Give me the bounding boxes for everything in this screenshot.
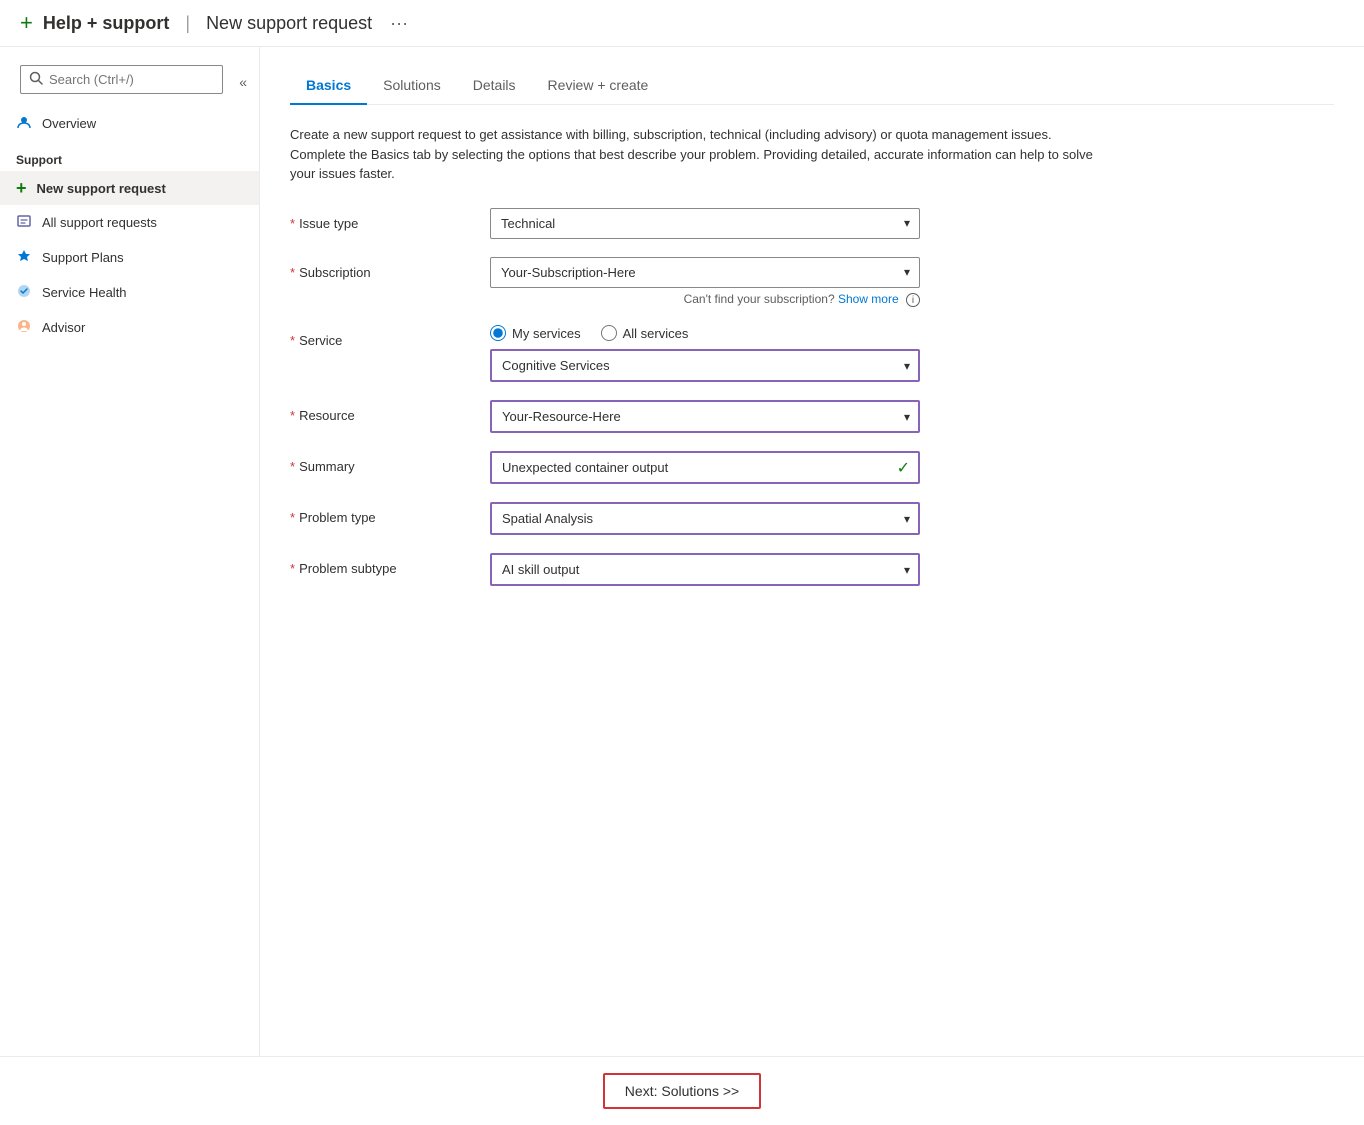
- problem-type-label: *Problem type: [290, 502, 490, 525]
- subscription-row: *Subscription Your-Subscription-Here ▾ C…: [290, 257, 1190, 308]
- sidebar-item-advisor[interactable]: Advisor: [0, 310, 259, 345]
- tab-bar: Basics Solutions Details Review + create: [290, 67, 1334, 105]
- issue-type-label: *Issue type: [290, 208, 490, 231]
- summary-input-wrapper: ✓: [490, 451, 920, 484]
- problem-subtype-select[interactable]: AI skill output: [490, 553, 920, 586]
- my-services-option[interactable]: My services: [490, 325, 581, 341]
- all-services-label: All services: [623, 326, 689, 341]
- required-indicator: *: [290, 561, 295, 576]
- cant-find-subscription: Can't find your subscription? Show more …: [490, 292, 920, 308]
- summary-control: ✓: [490, 451, 920, 484]
- header-divider: |: [185, 13, 190, 34]
- plus-icon: +: [20, 12, 33, 34]
- next-solutions-button[interactable]: Next: Solutions >>: [603, 1073, 761, 1109]
- checkmark-icon: ✓: [897, 458, 910, 478]
- problem-type-control: Spatial Analysis ▾: [490, 502, 920, 535]
- subscription-select[interactable]: Your-Subscription-Here: [490, 257, 920, 288]
- form-description: Create a new support request to get assi…: [290, 125, 1110, 184]
- problem-type-row: *Problem type Spatial Analysis ▾: [290, 502, 1190, 535]
- sidebar-item-all-support-requests[interactable]: All support requests: [0, 205, 259, 240]
- problem-subtype-row: *Problem subtype AI skill output ▾: [290, 553, 1190, 586]
- service-radio-group: My services All services: [490, 325, 920, 341]
- sidebar-item-label: Overview: [42, 116, 96, 131]
- all-requests-icon: [16, 213, 32, 232]
- problem-subtype-select-wrapper: AI skill output ▾: [490, 553, 920, 586]
- sidebar-item-label: All support requests: [42, 215, 157, 230]
- required-indicator: *: [290, 459, 295, 474]
- service-select[interactable]: Cognitive Services Other: [490, 349, 920, 382]
- issue-type-row: *Issue type Technical Billing Subscripti…: [290, 208, 1190, 239]
- summary-input[interactable]: [490, 451, 920, 484]
- problem-type-select-wrapper: Spatial Analysis ▾: [490, 502, 920, 535]
- advisor-icon: [16, 318, 32, 337]
- service-label: *Service: [290, 325, 490, 348]
- resource-label: *Resource: [290, 400, 490, 423]
- subscription-select-wrapper: Your-Subscription-Here ▾: [490, 257, 920, 288]
- service-select-wrapper: Cognitive Services Other ▾: [490, 349, 920, 382]
- issue-type-control: Technical Billing Subscription Quota ▾: [490, 208, 920, 239]
- page-header: + Help + support | New support request ·…: [0, 0, 1364, 47]
- all-services-radio[interactable]: [601, 325, 617, 341]
- main-content: Basics Solutions Details Review + create…: [260, 47, 1364, 1056]
- sidebar-item-new-support-request[interactable]: + New support request: [0, 171, 259, 205]
- support-request-form: *Issue type Technical Billing Subscripti…: [290, 208, 1334, 587]
- sidebar-section-support: Support: [0, 141, 259, 171]
- required-indicator: *: [290, 408, 295, 423]
- subscription-control: Your-Subscription-Here ▾ Can't find your…: [490, 257, 920, 308]
- sidebar-item-support-plans[interactable]: Support Plans: [0, 240, 259, 275]
- service-row: *Service My services All services: [290, 325, 1190, 382]
- service-control: My services All services Cognitive Servi…: [490, 325, 920, 382]
- sidebar-item-overview[interactable]: Overview: [0, 106, 259, 141]
- search-input[interactable]: [49, 72, 214, 87]
- main-layout: « Overview Support + New support request: [0, 47, 1364, 1056]
- problem-subtype-label: *Problem subtype: [290, 553, 490, 576]
- required-indicator: *: [290, 216, 295, 231]
- required-indicator: *: [290, 510, 295, 525]
- description-line1: Create a new support request to get assi…: [290, 127, 1052, 142]
- support-plans-icon: [16, 248, 32, 267]
- search-box[interactable]: [20, 65, 223, 94]
- my-services-label: My services: [512, 326, 581, 341]
- sidebar-item-label: Advisor: [42, 320, 85, 335]
- sidebar-item-service-health[interactable]: Service Health: [0, 275, 259, 310]
- sidebar: « Overview Support + New support request: [0, 47, 260, 1056]
- my-services-radio[interactable]: [490, 325, 506, 341]
- overview-icon: [16, 114, 32, 133]
- required-indicator: *: [290, 333, 295, 348]
- problem-type-select[interactable]: Spatial Analysis: [490, 502, 920, 535]
- all-services-option[interactable]: All services: [601, 325, 689, 341]
- service-health-icon: [16, 283, 32, 302]
- tab-basics[interactable]: Basics: [290, 67, 367, 105]
- sidebar-item-label: Service Health: [42, 285, 127, 300]
- issue-type-select[interactable]: Technical Billing Subscription Quota: [490, 208, 920, 239]
- required-indicator: *: [290, 265, 295, 280]
- subscription-label: *Subscription: [290, 257, 490, 280]
- more-options-icon[interactable]: ···: [390, 13, 408, 34]
- summary-label: *Summary: [290, 451, 490, 474]
- tab-details[interactable]: Details: [457, 67, 532, 105]
- search-icon: [29, 71, 43, 88]
- issue-type-select-wrapper: Technical Billing Subscription Quota ▾: [490, 208, 920, 239]
- resource-row: *Resource Your-Resource-Here ▾: [290, 400, 1190, 433]
- app-title: Help + support: [43, 13, 170, 34]
- show-more-link[interactable]: Show more: [838, 292, 899, 306]
- description-line2: Complete the Basics tab by selecting the…: [290, 147, 1093, 182]
- summary-row: *Summary ✓: [290, 451, 1190, 484]
- page-footer: Next: Solutions >>: [0, 1056, 1364, 1125]
- new-request-icon: +: [16, 179, 27, 197]
- tab-solutions[interactable]: Solutions: [367, 67, 457, 105]
- page-subtitle: New support request: [206, 13, 372, 34]
- sidebar-item-label: Support Plans: [42, 250, 124, 265]
- sidebar-item-label: New support request: [37, 181, 166, 196]
- info-icon[interactable]: i: [906, 293, 920, 307]
- resource-control: Your-Resource-Here ▾: [490, 400, 920, 433]
- collapse-sidebar-button[interactable]: «: [235, 70, 251, 94]
- tab-review-create[interactable]: Review + create: [532, 67, 665, 105]
- resource-select[interactable]: Your-Resource-Here: [490, 400, 920, 433]
- resource-select-wrapper: Your-Resource-Here ▾: [490, 400, 920, 433]
- problem-subtype-control: AI skill output ▾: [490, 553, 920, 586]
